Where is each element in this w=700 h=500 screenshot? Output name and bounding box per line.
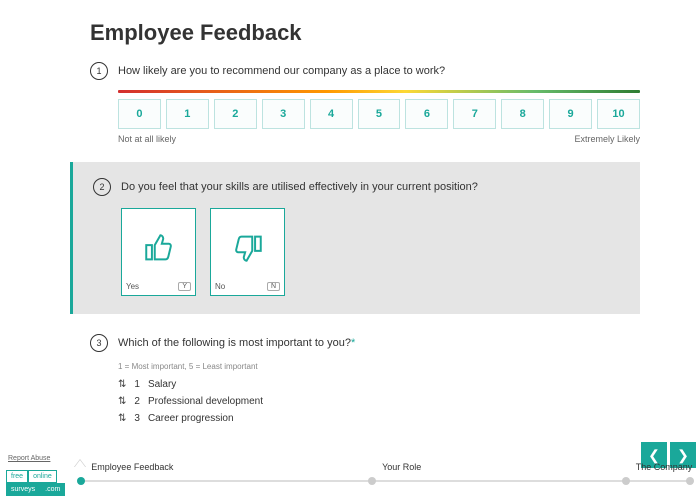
nps-option-1[interactable]: 1 — [166, 99, 209, 129]
nps-option-10[interactable]: 10 — [597, 99, 640, 129]
thumbs-down-icon — [231, 231, 265, 270]
page-title: Employee Feedback — [90, 20, 640, 46]
q3-number: 3 — [90, 334, 108, 352]
yes-button[interactable]: Yes Y — [121, 208, 196, 296]
nps-option-3[interactable]: 3 — [262, 99, 305, 129]
q2-number: 2 — [93, 178, 111, 196]
progress-stop[interactable] — [368, 477, 376, 485]
rank-item[interactable]: ⇅ 2 Professional development — [118, 396, 640, 407]
nps-option-6[interactable]: 6 — [405, 99, 448, 129]
grip-icon: ⇅ — [118, 414, 126, 424]
nps-left-label: Not at all likely — [118, 134, 176, 144]
rank-label: Career progression — [148, 413, 234, 424]
nps-option-4[interactable]: 4 — [310, 99, 353, 129]
nps-option-8[interactable]: 8 — [501, 99, 544, 129]
q3-hint: 1 = Most important, 5 = Least important — [118, 362, 640, 371]
rank-number: 2 — [134, 396, 140, 407]
progress-end — [686, 477, 694, 485]
progress-stop[interactable] — [622, 477, 630, 485]
progress-bar: freeonline surveys.com Employee Feedback… — [0, 466, 700, 500]
brand-badge[interactable]: freeonline surveys.com — [6, 470, 65, 496]
progress-track — [81, 480, 690, 482]
thumbs-up-icon — [142, 231, 176, 270]
nps-right-label: Extremely Likely — [574, 134, 640, 144]
required-mark: * — [351, 337, 355, 349]
nps-option-7[interactable]: 7 — [453, 99, 496, 129]
rank-number: 3 — [134, 413, 140, 424]
grip-icon: ⇅ — [118, 380, 126, 390]
yes-label: Yes — [126, 282, 139, 291]
yes-key: Y — [178, 282, 191, 291]
q3-text: Which of the following is most important… — [118, 337, 355, 349]
q1-text: How likely are you to recommend our comp… — [118, 65, 445, 77]
nps-option-2[interactable]: 2 — [214, 99, 257, 129]
pointer-icon — [74, 460, 86, 468]
nps-gradient — [118, 90, 640, 93]
rank-item[interactable]: ⇅ 3 Career progression — [118, 413, 640, 424]
no-key: N — [267, 282, 280, 291]
nps-option-5[interactable]: 5 — [358, 99, 401, 129]
question-2: 2 Do you feel that your skills are utili… — [70, 162, 640, 314]
question-1: 1 How likely are you to recommend our co… — [90, 62, 640, 144]
rank-label: Professional development — [148, 396, 263, 407]
rank-item[interactable]: ⇅ 1 Salary — [118, 379, 640, 390]
chevron-right-icon: ❯ — [677, 447, 689, 464]
report-abuse-link[interactable]: Report Abuse — [8, 455, 50, 462]
q1-number: 1 — [90, 62, 108, 80]
nps-option-9[interactable]: 9 — [549, 99, 592, 129]
no-label: No — [215, 282, 225, 291]
chevron-left-icon: ❮ — [648, 447, 660, 464]
question-3: 3 Which of the following is most importa… — [90, 334, 640, 424]
q2-text: Do you feel that your skills are utilise… — [121, 181, 478, 193]
nps-option-0[interactable]: 0 — [118, 99, 161, 129]
nps-options: 012345678910 — [118, 99, 640, 129]
progress-stop-label: Your Role — [382, 462, 421, 472]
no-button[interactable]: No N — [210, 208, 285, 296]
rank-label: Salary — [148, 379, 176, 390]
grip-icon: ⇅ — [118, 397, 126, 407]
rank-number: 1 — [134, 379, 140, 390]
progress-stop[interactable] — [77, 477, 85, 485]
progress-stop-label: Employee Feedback — [91, 462, 173, 472]
rank-list: ⇅ 1 Salary ⇅ 2 Professional development ⇅ 3 Care… — [118, 379, 640, 424]
progress-stop-label: The Company — [636, 462, 693, 472]
